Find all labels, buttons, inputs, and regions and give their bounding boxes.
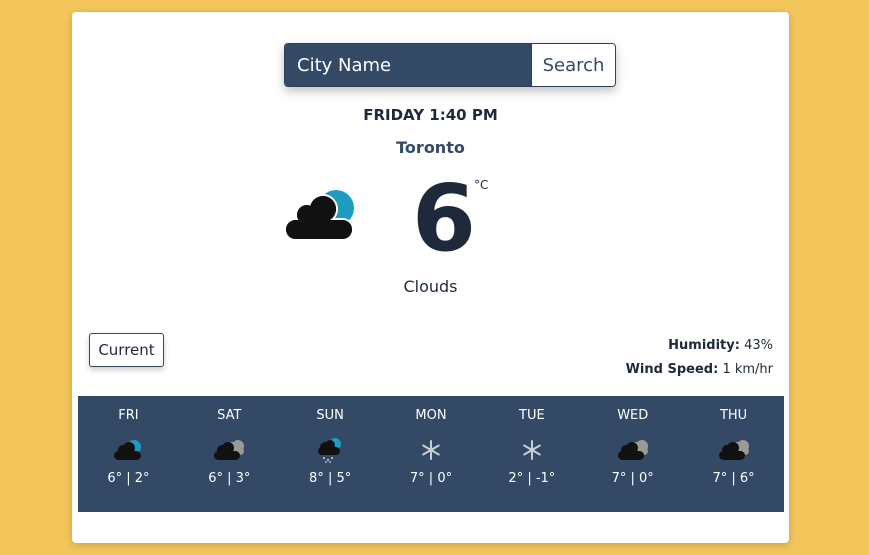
search-button[interactable]: Search: [531, 44, 615, 86]
forecast-day-mon: MON 7° | 0°: [381, 396, 482, 512]
snowflake-icon: [521, 437, 543, 463]
clouds-icon: [213, 437, 245, 463]
current-button[interactable]: Current: [89, 333, 164, 367]
humidity-row: Humidity: 43%: [626, 334, 773, 358]
forecast-day-sun: SUN 8° | 5°: [280, 396, 381, 512]
wind-speed-row: Wind Speed: 1 km/hr: [626, 358, 773, 382]
forecast-day-label: TUE: [519, 408, 545, 423]
clouds-icon: [718, 437, 750, 463]
forecast-temps: 2° | -1°: [508, 471, 556, 486]
forecast-temps: 7° | 0°: [611, 471, 654, 486]
forecast-day-label: THU: [719, 408, 748, 423]
forecast-day-sat: SAT 6° | 3°: [179, 396, 280, 512]
forecast-temps: 8° | 5°: [309, 471, 352, 486]
current-datetime: FRIDAY 1:40 PM: [363, 106, 498, 124]
forecast-day-fri: FRI 6° | 2°: [78, 396, 179, 512]
snowflake-icon: [420, 437, 442, 463]
city-search-input[interactable]: [285, 44, 531, 86]
cloud-sun-icon: [284, 188, 360, 250]
weather-stats: Humidity: 43% Wind Speed: 1 km/hr: [626, 334, 773, 382]
forecast-day-label: FRI: [118, 408, 139, 423]
forecast-strip: FRI 6° | 2° SAT 6° | 3° SUN 8° | 5° MON: [78, 396, 784, 512]
forecast-day-label: SAT: [217, 408, 242, 423]
wind-speed-value: 1 km/hr: [722, 362, 773, 377]
humidity-value: 43%: [744, 338, 773, 353]
forecast-temps: 6° | 3°: [208, 471, 251, 486]
clouds-icon: [617, 437, 649, 463]
cloud-sun-rain-icon: [316, 437, 344, 463]
forecast-day-tue: TUE 2° | -1°: [481, 396, 582, 512]
forecast-day-thu: THU 7° | 6°: [683, 396, 784, 512]
weather-card: Search FRIDAY 1:40 PM Toronto 6 °C Cloud…: [72, 12, 789, 543]
cloud-sun-icon: [113, 437, 143, 463]
search-bar: Search: [284, 43, 616, 87]
forecast-day-label: MON: [415, 408, 447, 423]
weather-description: Clouds: [403, 277, 458, 296]
wind-speed-label: Wind Speed:: [625, 362, 719, 377]
temperature-unit: °C: [474, 178, 489, 192]
forecast-day-wed: WED 7° | 0°: [582, 396, 683, 512]
current-temperature: 6: [412, 165, 477, 272]
humidity-label: Humidity:: [668, 338, 740, 353]
forecast-day-label: WED: [617, 408, 649, 423]
forecast-day-label: SUN: [316, 408, 344, 423]
city-name: Toronto: [396, 138, 465, 157]
forecast-temps: 7° | 6°: [712, 471, 755, 486]
forecast-temps: 7° | 0°: [409, 471, 453, 486]
forecast-temps: 6° | 2°: [107, 471, 150, 486]
